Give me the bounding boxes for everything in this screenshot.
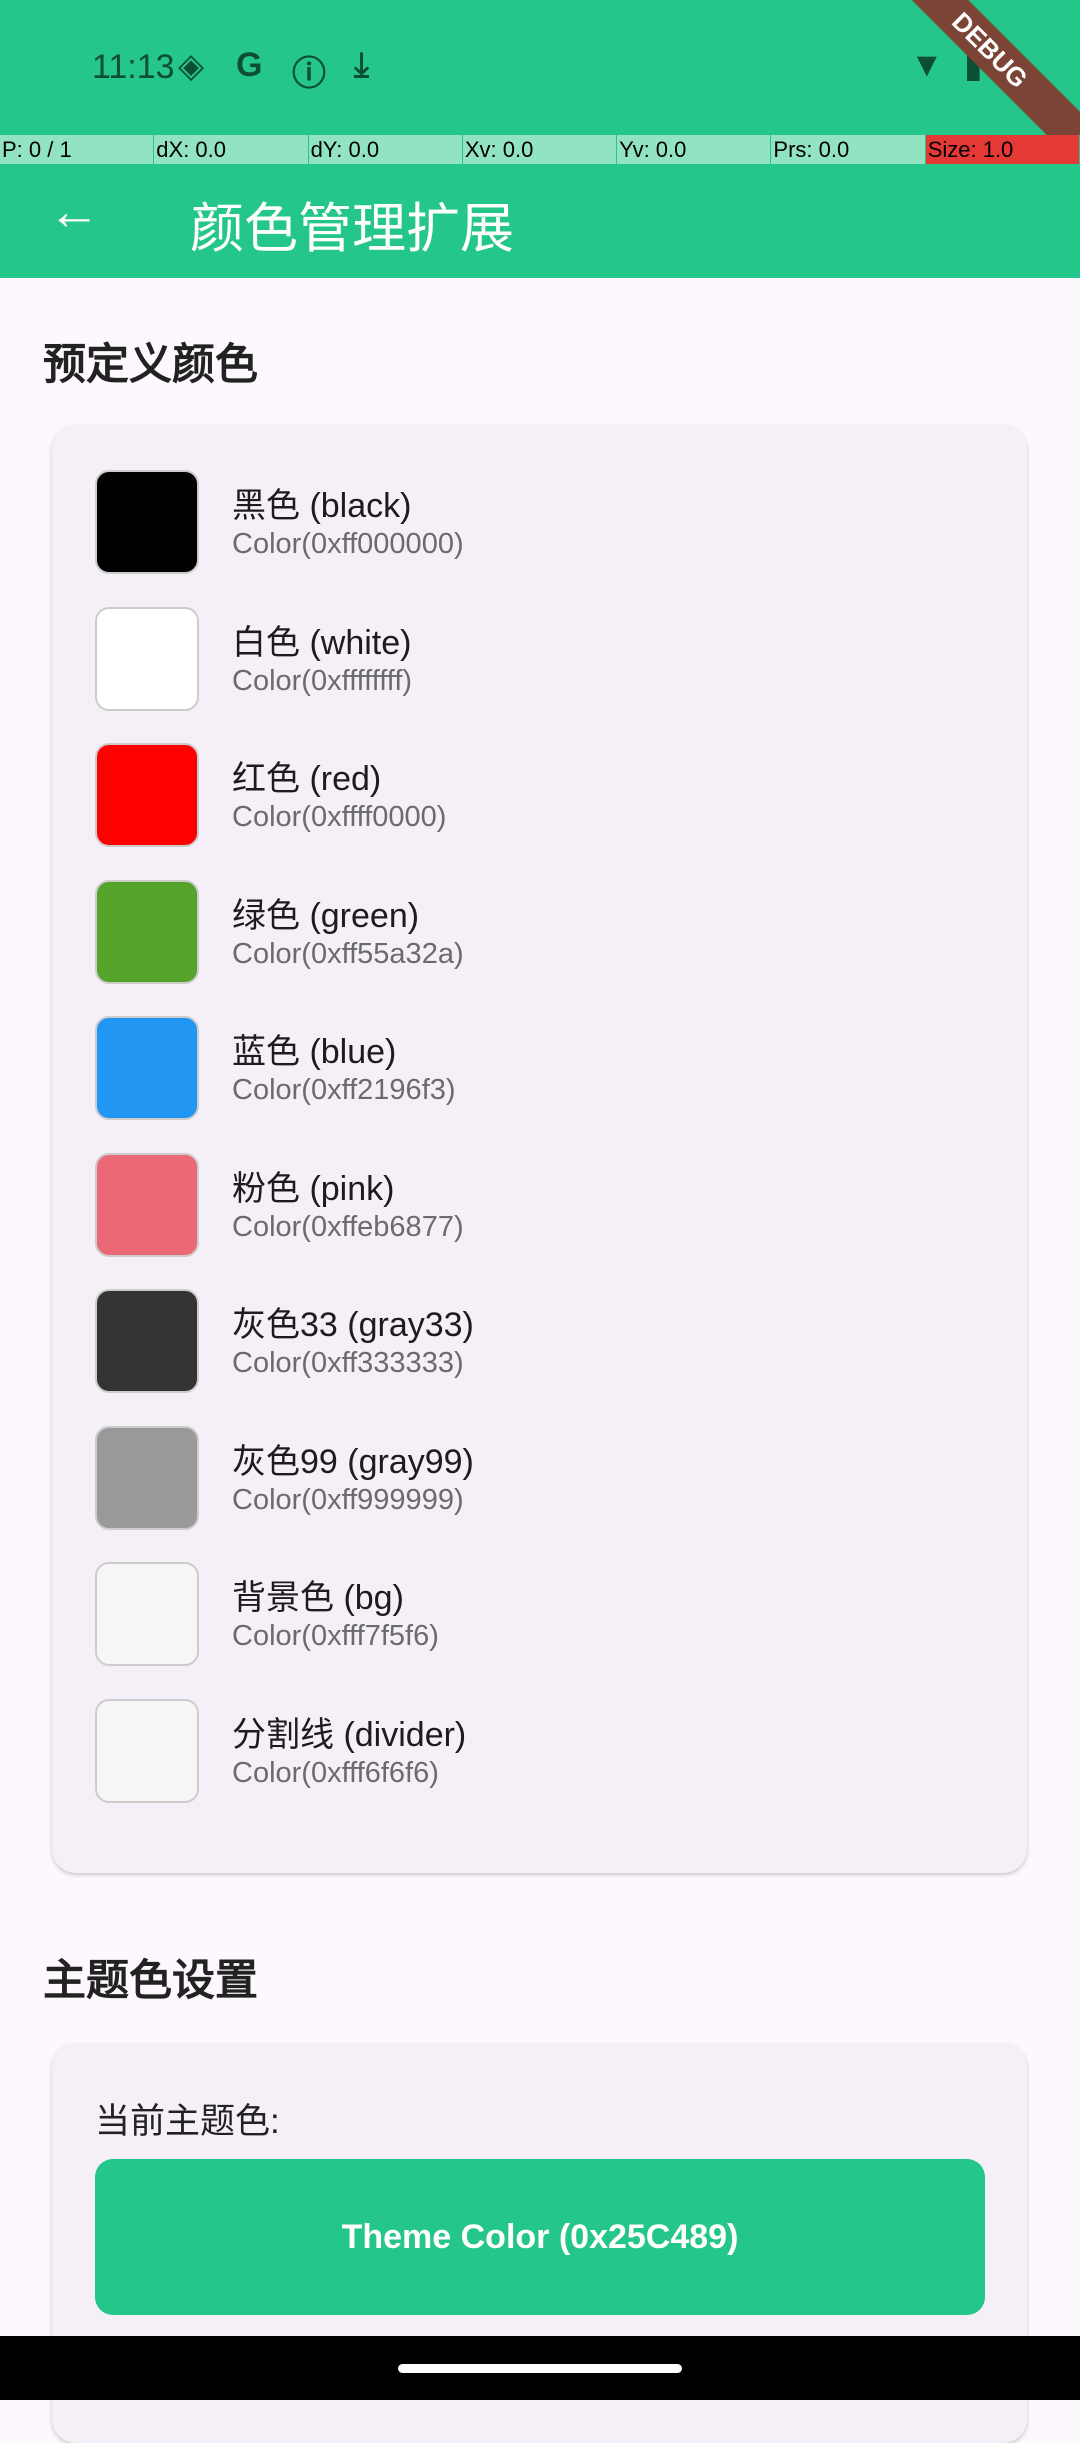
theme-color-button[interactable]: Theme Color (0x25C489) bbox=[95, 2159, 985, 2315]
debug-dx: dX: 0.0 bbox=[154, 135, 309, 164]
color-swatch bbox=[95, 470, 199, 574]
color-hex: Color(0xff000000) bbox=[232, 528, 464, 560]
status-bar: 11:13 ◈ G ⓘ ⤓ ▼ ▮ DEBUG bbox=[0, 0, 1080, 171]
color-list-item: 分割线 (divider) Color(0xfff6f6f6) bbox=[95, 1698, 895, 1803]
download-icon: ⤓ bbox=[354, 46, 370, 84]
color-name: 黑色 (black) bbox=[232, 487, 412, 525]
debug-dy: dY: 0.0 bbox=[309, 135, 463, 164]
back-arrow-icon[interactable]: ← bbox=[48, 182, 100, 242]
color-swatch bbox=[95, 1425, 199, 1530]
color-swatch bbox=[95, 879, 199, 984]
color-swatch bbox=[95, 1289, 199, 1393]
navigation-bar bbox=[0, 2336, 1080, 2400]
color-swatch bbox=[95, 1562, 199, 1666]
notification-icon: ◈ bbox=[178, 47, 205, 85]
color-name: 灰色99 (gray99) bbox=[232, 1442, 474, 1481]
debug-size: Size: 1.0 bbox=[925, 135, 1080, 164]
color-list-item: 绿色 (green) Color(0xff55a32a) bbox=[95, 879, 895, 984]
color-name: 灰色33 (gray33) bbox=[232, 1306, 474, 1344]
color-name: 分割线 (divider) bbox=[232, 1715, 467, 1754]
color-name: 红色 (red) bbox=[232, 760, 382, 798]
color-hex: Color(0xff999999) bbox=[232, 1483, 464, 1516]
debug-prs: Prs: 0.0 bbox=[771, 135, 926, 164]
wifi-icon: ▼ bbox=[910, 46, 944, 84]
section-title-theme: 主题色设置 bbox=[43, 1957, 258, 2005]
color-hex: Color(0xff55a32a) bbox=[232, 937, 464, 970]
color-name: 蓝色 (blue) bbox=[232, 1033, 397, 1071]
color-list-item: 粉色 (pink) Color(0xffeb6877) bbox=[95, 1152, 895, 1257]
section-title-predefined: 预定义颜色 bbox=[43, 341, 258, 389]
color-list-item: 蓝色 (blue) Color(0xff2196f3) bbox=[95, 1016, 895, 1120]
color-list-card: 黑色 (black) Color(0xff000000) 白色 (white) … bbox=[52, 425, 1027, 1873]
color-swatch bbox=[95, 1152, 199, 1257]
home-handle[interactable] bbox=[398, 2364, 682, 2373]
page-title: 颜色管理扩展 bbox=[190, 199, 514, 259]
color-swatch bbox=[95, 1016, 199, 1120]
color-swatch bbox=[95, 743, 199, 847]
color-name: 背景色 (bg) bbox=[232, 1579, 404, 1617]
color-hex: Color(0xffffffff) bbox=[232, 664, 413, 697]
app-bar: ← 颜色管理扩展 bbox=[0, 164, 1080, 278]
status-time: 11:13 bbox=[92, 48, 175, 86]
debug-xv: Xv: 0.0 bbox=[463, 135, 618, 164]
color-name: 白色 (white) bbox=[232, 623, 412, 662]
color-list-item: 红色 (red) Color(0xffff0000) bbox=[95, 743, 895, 847]
color-list-item: 灰色33 (gray33) Color(0xff333333) bbox=[95, 1289, 895, 1393]
color-name: 粉色 (pink) bbox=[232, 1169, 395, 1208]
color-list-item: 黑色 (black) Color(0xff000000) bbox=[95, 470, 895, 574]
color-swatch bbox=[95, 1698, 199, 1803]
color-hex: Color(0xff333333) bbox=[232, 1347, 464, 1379]
debug-yv: Yv: 0.0 bbox=[617, 135, 772, 164]
color-list-item: 白色 (white) Color(0xffffffff) bbox=[95, 606, 895, 711]
pointer-debug-bar: P: 0 / 1 dX: 0.0 dY: 0.0 Xv: 0.0 Yv: 0.0… bbox=[0, 135, 1080, 164]
color-hex: Color(0xffeb6877) bbox=[232, 1210, 464, 1243]
color-list-item: 背景色 (bg) Color(0xfff7f5f6) bbox=[95, 1562, 895, 1666]
current-theme-label: 当前主题色: bbox=[95, 2102, 280, 2141]
color-hex: Color(0xfff6f6f6) bbox=[232, 1756, 439, 1789]
color-swatch bbox=[95, 606, 199, 711]
debug-pointer: P: 0 / 1 bbox=[0, 135, 155, 164]
color-name: 绿色 (green) bbox=[232, 896, 420, 935]
info-icon: ⓘ bbox=[292, 55, 326, 93]
google-icon: G bbox=[236, 46, 263, 84]
color-hex: Color(0xffff0000) bbox=[232, 801, 447, 833]
color-hex: Color(0xfff7f5f6) bbox=[232, 1620, 439, 1652]
color-hex: Color(0xff2196f3) bbox=[232, 1074, 456, 1106]
color-list-item: 灰色99 (gray99) Color(0xff999999) bbox=[95, 1425, 895, 1530]
